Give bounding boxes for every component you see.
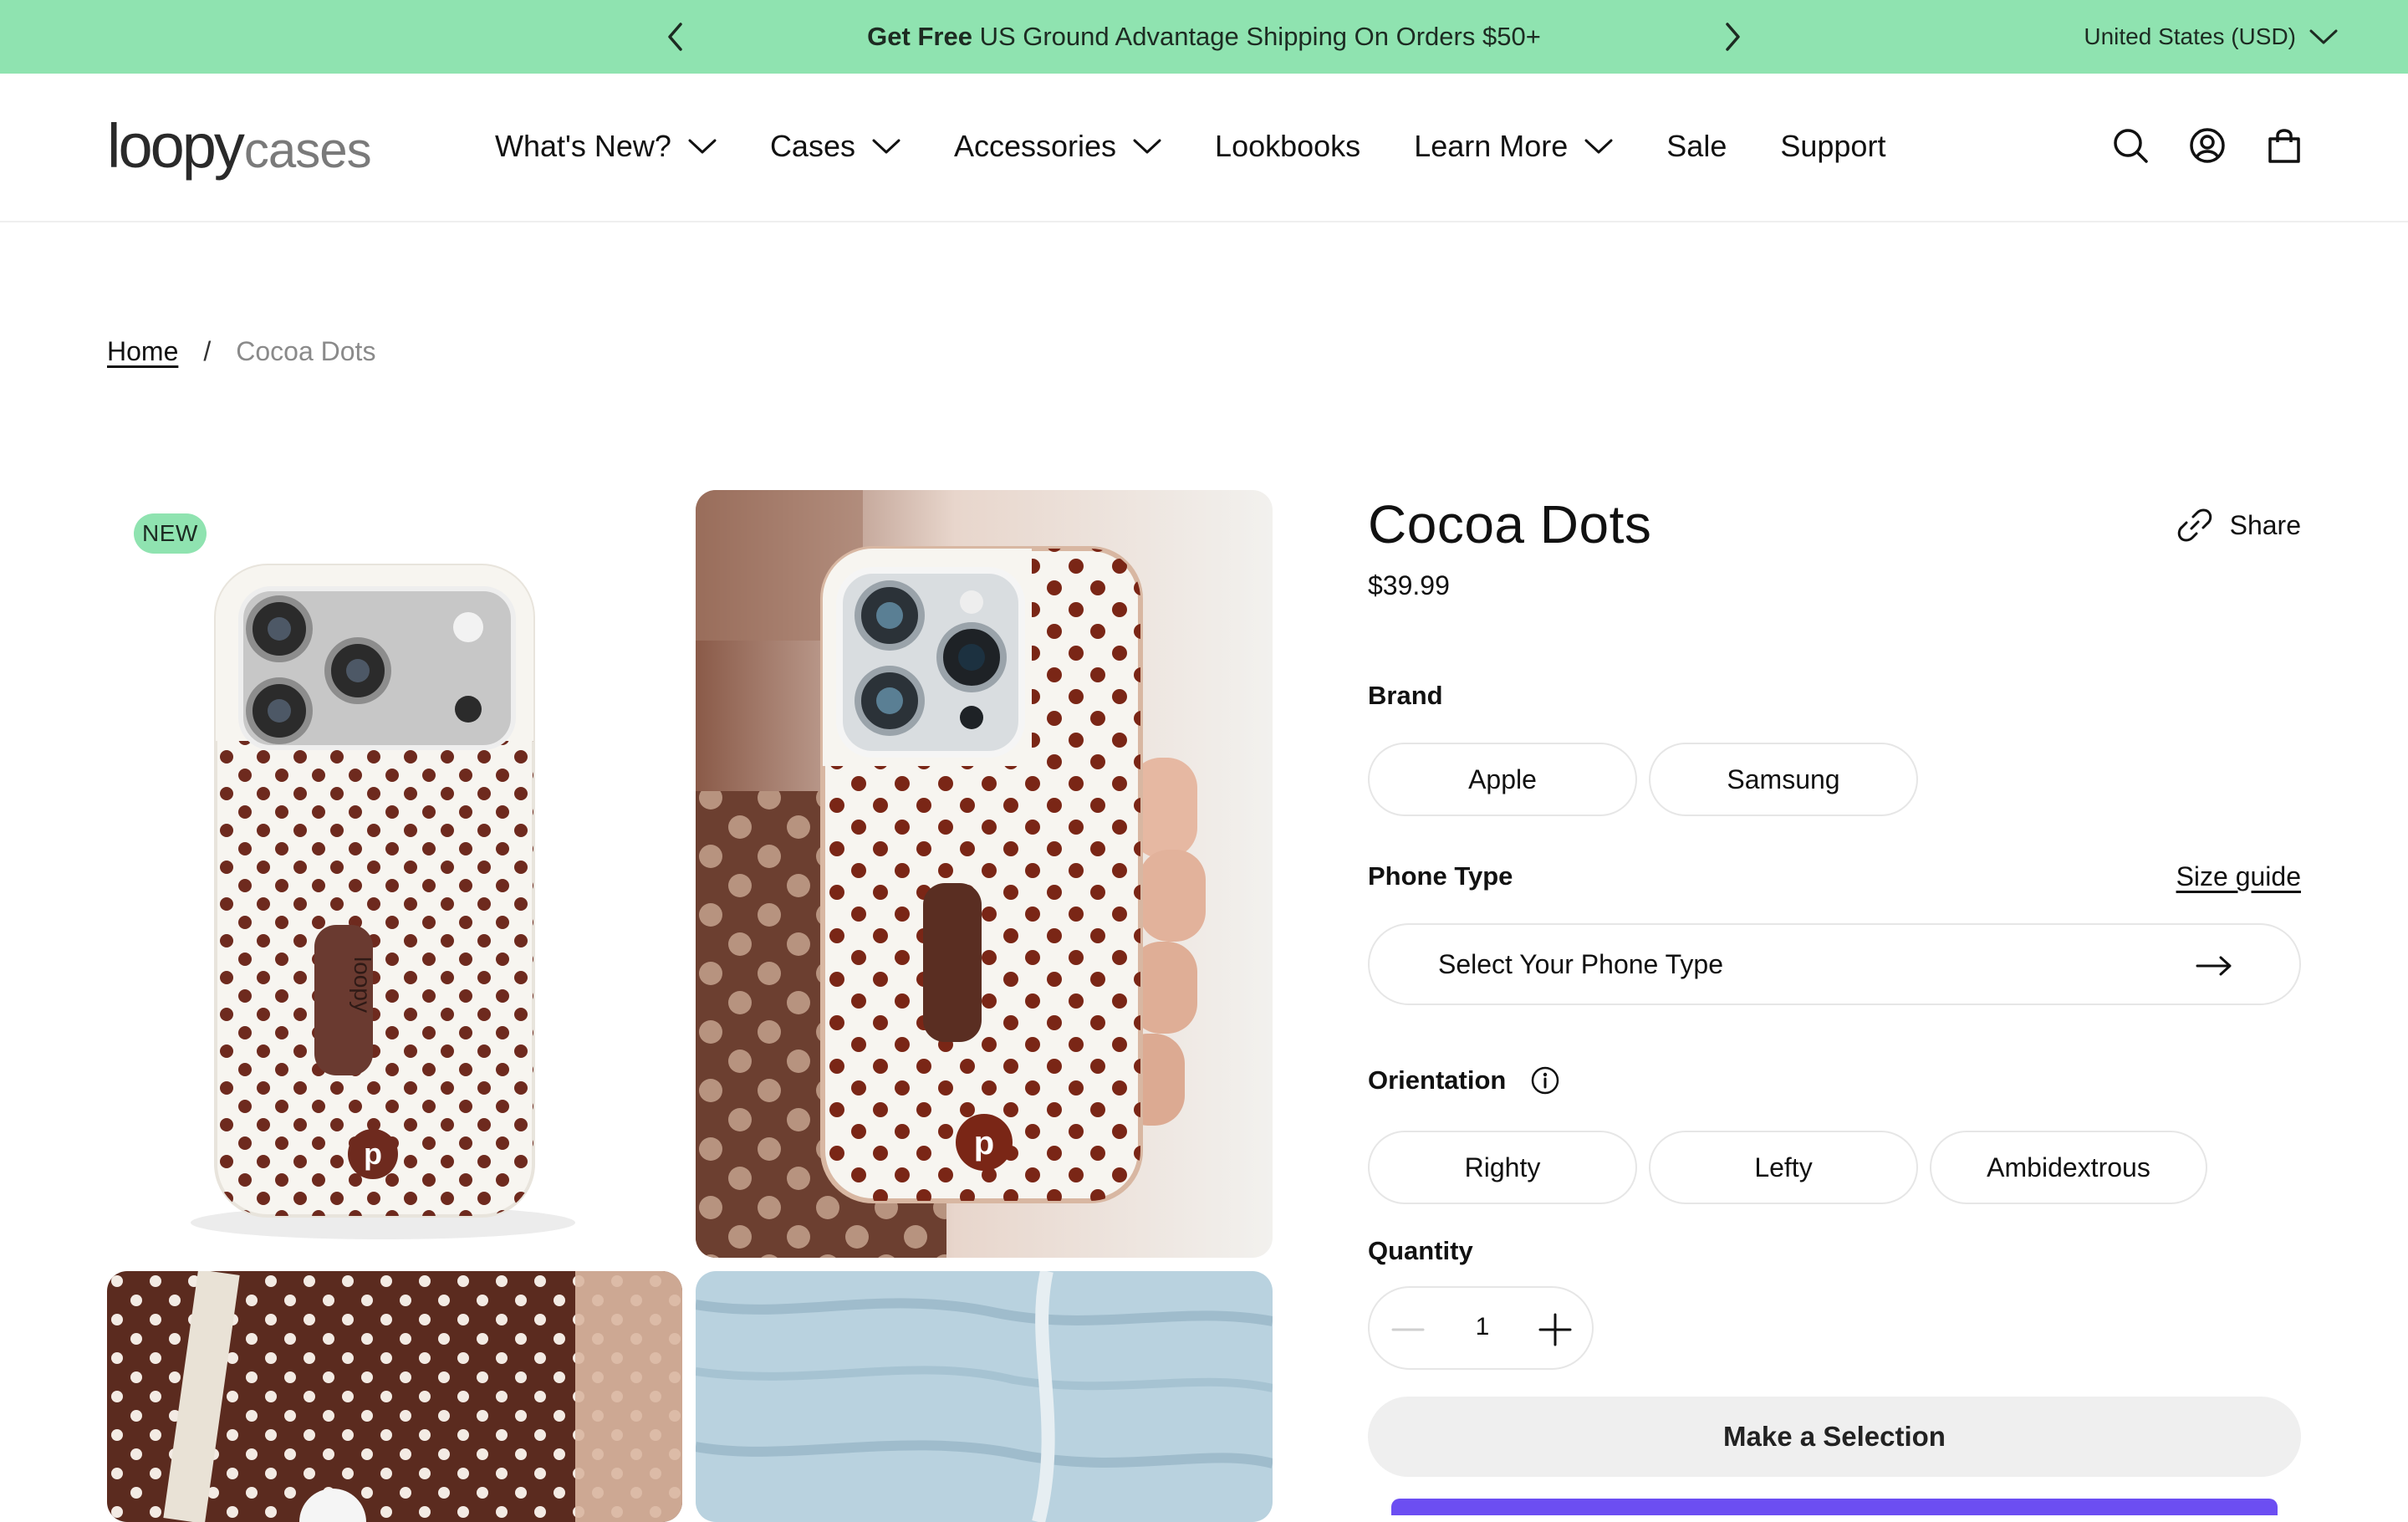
site-header: loopy cases What's New? Cases Accessories… <box>0 74 2408 222</box>
orientation-option-ambidextrous[interactable]: Ambidextrous <box>1930 1131 2207 1204</box>
product-image-lifestyle-hand[interactable]: p <box>696 490 1273 1258</box>
chevron-down-icon <box>1133 139 1161 154</box>
share-button[interactable]: Share <box>2176 507 2301 544</box>
phone-type-label: Phone Type <box>1368 861 1513 891</box>
brand-option-apple[interactable]: Apple <box>1368 743 1637 816</box>
make-selection-button[interactable]: Make a Selection <box>1368 1397 2301 1477</box>
new-badge: NEW <box>134 513 207 554</box>
phone-type-select[interactable]: Select Your Phone Type <box>1368 923 2301 1005</box>
cta-label: Make a Selection <box>1723 1421 1946 1452</box>
case-strap-text: loopy <box>349 957 375 1013</box>
nav-label: Lookbooks <box>1215 129 1361 163</box>
option-label: Apple <box>1468 764 1537 794</box>
svg-text:p: p <box>974 1125 994 1162</box>
currency-selector[interactable]: United States (USD) <box>2084 20 2338 54</box>
breadcrumb-separator: / <box>203 336 212 366</box>
lifestyle-dress-image <box>107 1271 682 1522</box>
product-image-main[interactable]: loopy p <box>107 490 682 1258</box>
option-label: Ambidextrous <box>1987 1152 2150 1182</box>
arrow-right-icon <box>2196 956 2232 976</box>
chevron-right-icon <box>1726 23 1740 51</box>
info-icon[interactable] <box>1530 1065 1560 1096</box>
plus-icon <box>1538 1313 1572 1346</box>
breadcrumb-home-link[interactable]: Home <box>107 336 178 367</box>
nav-item-learn-more[interactable]: Learn More <box>1414 129 1613 164</box>
nav-label: Support <box>1780 129 1886 163</box>
nav-item-lookbooks[interactable]: Lookbooks <box>1215 129 1360 164</box>
nav-item-support[interactable]: Support <box>1780 129 1885 164</box>
chevron-down-icon <box>688 139 717 154</box>
option-label: Lefty <box>1754 1152 1813 1182</box>
main-nav: What's New? Cases Accessories Lookbooks … <box>495 125 1939 167</box>
option-label: Righty <box>1464 1152 1541 1182</box>
logo-text-cases: cases <box>243 122 372 178</box>
cart-icon <box>2268 129 2300 163</box>
search-icon <box>2114 129 2148 163</box>
option-label: Samsung <box>1727 764 1840 794</box>
nav-item-accessories[interactable]: Accessories <box>954 129 1161 164</box>
product-title: Cocoa Dots <box>1368 494 1652 554</box>
quantity-increase-button[interactable] <box>1535 1310 1575 1350</box>
nav-item-cases[interactable]: Cases <box>770 129 900 164</box>
product-image-lifestyle-denim[interactable] <box>696 1271 1273 1522</box>
breadcrumb-current: Cocoa Dots <box>236 336 376 366</box>
chevron-down-icon <box>2309 29 2338 44</box>
nav-item-whats-new[interactable]: What's New? <box>495 129 717 164</box>
account-icon <box>2190 128 2225 163</box>
chevron-down-icon <box>872 139 900 154</box>
phone-type-placeholder: Select Your Phone Type <box>1438 948 1724 979</box>
logo-text-loopy: loopy <box>107 111 245 181</box>
announcement-next-button[interactable] <box>1714 18 1751 55</box>
nav-label: What's New? <box>495 129 671 163</box>
nav-label: Learn More <box>1414 129 1569 163</box>
search-button[interactable] <box>2110 125 2150 166</box>
quantity-decrease-button[interactable] <box>1390 1311 1426 1348</box>
quantity-stepper: 1 <box>1368 1286 1594 1370</box>
nav-label: Sale <box>1666 129 1727 163</box>
chevron-left-icon <box>668 23 682 51</box>
brand-option-samsung[interactable]: Samsung <box>1649 743 1918 816</box>
svg-text:p: p <box>364 1136 382 1171</box>
nav-item-sale[interactable]: Sale <box>1666 129 1727 164</box>
share-label: Share <box>2229 509 2301 540</box>
loopy-logo[interactable]: loopy cases <box>107 110 372 181</box>
announcement-text: US Ground Advantage Shipping On Orders $… <box>972 22 1541 51</box>
size-guide-link[interactable]: Size guide <box>2176 861 2301 892</box>
product-image-lifestyle-dress[interactable] <box>107 1271 682 1522</box>
brand-label: Brand <box>1368 681 1443 710</box>
breadcrumb: Home / Cocoa Dots <box>107 336 375 367</box>
lifestyle-denim-image <box>696 1271 1273 1522</box>
cart-button[interactable] <box>2264 125 2304 166</box>
quantity-label: Quantity <box>1368 1236 1473 1265</box>
header-icons <box>2110 125 2304 166</box>
currency-label: United States (USD) <box>2084 23 2296 49</box>
account-button[interactable] <box>2187 125 2227 166</box>
nav-label: Accessories <box>953 129 1117 163</box>
orientation-label: Orientation <box>1368 1065 1507 1095</box>
product-price: $39.99 <box>1368 570 1450 600</box>
announcement-bold-text: Get Free <box>867 22 972 51</box>
minus-icon <box>1391 1328 1425 1331</box>
quantity-value[interactable]: 1 <box>1462 1313 1503 1341</box>
nav-label: Cases <box>769 129 855 163</box>
chevron-down-icon <box>1584 139 1613 154</box>
announcement-message[interactable]: Get Free US Ground Advantage Shipping On… <box>702 20 1706 54</box>
link-icon <box>2177 508 2212 542</box>
lifestyle-hand-image: p <box>696 490 1273 1258</box>
orientation-option-lefty[interactable]: Lefty <box>1649 1131 1918 1204</box>
announcement-prev-button[interactable] <box>657 18 694 55</box>
announcement-bar: Get Free US Ground Advantage Shipping On… <box>0 0 2408 74</box>
orientation-option-righty[interactable]: Righty <box>1368 1131 1637 1204</box>
express-checkout-button[interactable] <box>1391 1499 2278 1515</box>
product-case-image: loopy p <box>107 490 682 1258</box>
